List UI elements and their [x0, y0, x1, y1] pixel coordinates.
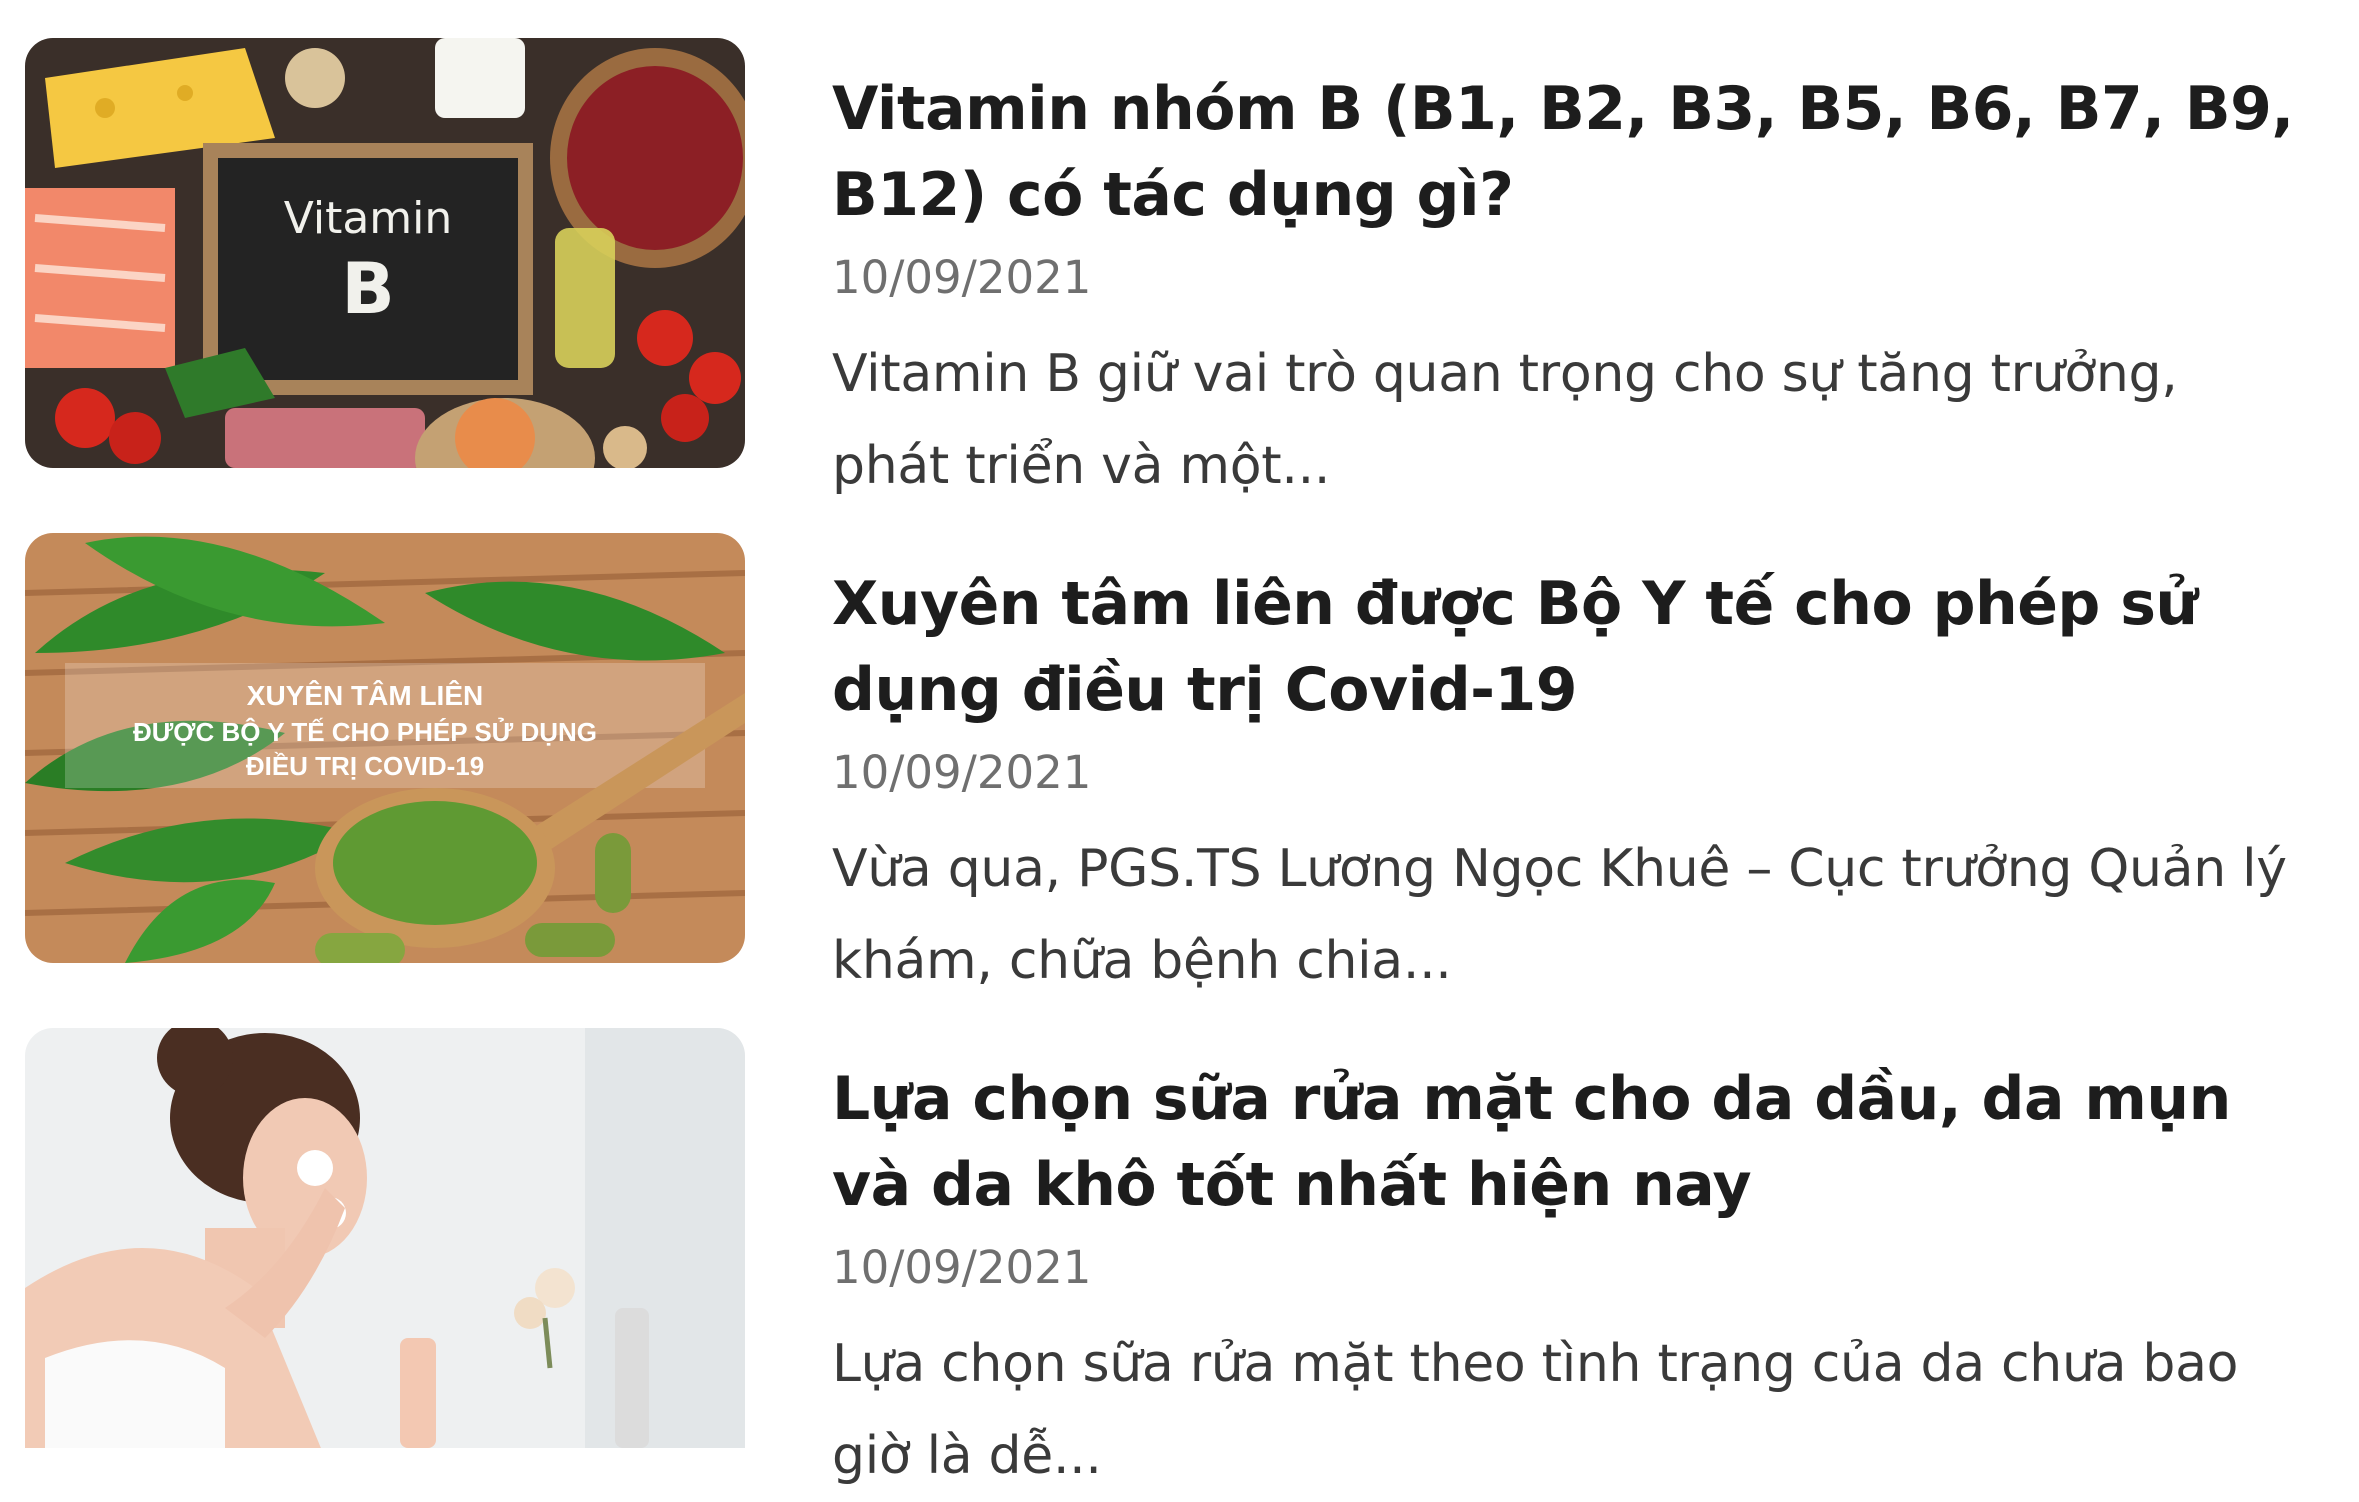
- article-date: 10/09/2021: [832, 746, 1092, 799]
- article-card[interactable]: XUYÊN TÂM LIÊN ĐƯỢC BỘ Y TẾ CHO PHÉP SỬ …: [0, 533, 2359, 991]
- article-thumbnail-vitamin-b[interactable]: Vitamin B: [25, 38, 745, 468]
- article-title[interactable]: Lựa chọn sữa rửa mặt cho da dầu, da mụn …: [832, 1056, 2312, 1228]
- article-title[interactable]: Xuyên tâm liên được Bộ Y tế cho phép sử …: [832, 561, 2312, 733]
- article-excerpt: Vừa qua, PGS.TS Lương Ngọc Khuê – Cục tr…: [832, 839, 2287, 991]
- herb-powder-image: XUYÊN TÂM LIÊN ĐƯỢC BỘ Y TẾ CHO PHÉP SỬ …: [25, 533, 745, 963]
- board-text-vitamin: Vitamin: [284, 193, 453, 244]
- article-excerpt: Vitamin B giữ vai trò quan trọng cho sự …: [832, 344, 2178, 496]
- article-thumbnail-xuyen-tam-lien[interactable]: XUYÊN TÂM LIÊN ĐƯỢC BỘ Y TẾ CHO PHÉP SỬ …: [25, 533, 745, 963]
- article-excerpt: Lựa chọn sữa rửa mặt theo tình trạng của…: [832, 1334, 2239, 1486]
- article-title[interactable]: Vitamin nhóm B (B1, B2, B3, B5, B6, B7, …: [832, 66, 2312, 238]
- article-date: 10/09/2021: [832, 1241, 1092, 1294]
- banner-text-line3: ĐIỀU TRỊ COVID-19: [246, 751, 484, 781]
- article-thumbnail-sua-rua-mat[interactable]: [25, 1028, 745, 1448]
- board-text-b: B: [341, 248, 394, 330]
- banner-text-line2: ĐƯỢC BỘ Y TẾ CHO PHÉP SỬ DỤNG: [133, 716, 597, 747]
- vitamin-b-food-image: Vitamin B: [25, 38, 745, 468]
- woman-washing-face-image: [25, 1028, 745, 1448]
- article-date: 10/09/2021: [832, 251, 1092, 304]
- banner-text-line1: XUYÊN TÂM LIÊN: [247, 680, 483, 711]
- article-card[interactable]: Lựa chọn sữa rửa mặt cho da dầu, da mụn …: [0, 1028, 2359, 1486]
- article-card[interactable]: Vitamin B Vitamin nhóm B (B1, B2, B3, B5…: [0, 38, 2359, 496]
